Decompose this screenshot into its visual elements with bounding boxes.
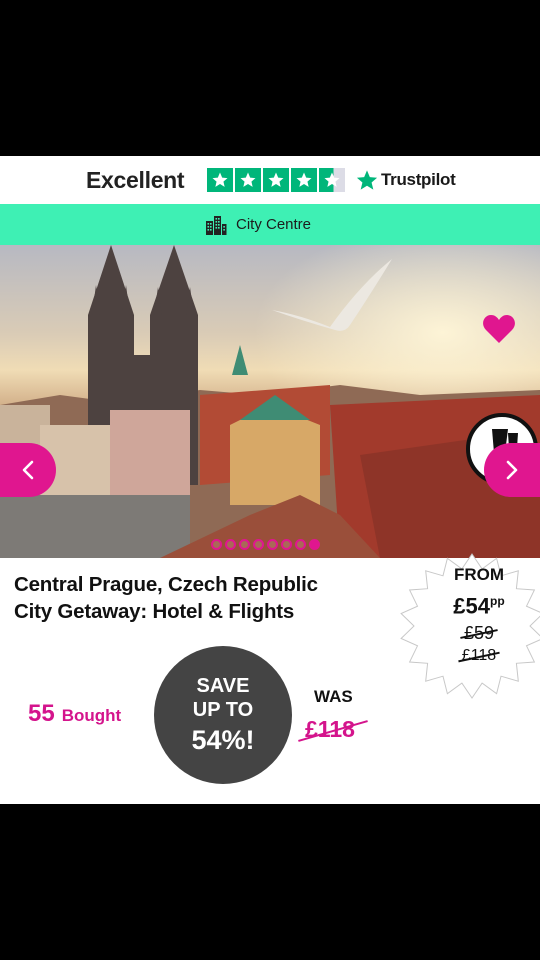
- carousel-dot[interactable]: [281, 539, 292, 550]
- star-icon: [263, 168, 289, 192]
- location-label: City Centre: [235, 216, 312, 233]
- carousel-prev-button[interactable]: [0, 443, 56, 497]
- save-badge: SAVE UP TO 54%!: [154, 646, 292, 784]
- carousel-dot[interactable]: [211, 539, 222, 550]
- hero-image[interactable]: [0, 245, 540, 558]
- carousel-dot[interactable]: [295, 539, 306, 550]
- trustpilot-rating[interactable]: Excellent Trustpilot: [0, 156, 540, 204]
- favourite-heart-icon[interactable]: [482, 313, 516, 345]
- carousel-next-button[interactable]: [484, 443, 540, 497]
- bought-number: 55: [28, 700, 55, 727]
- deal-title-line1: Central Prague, Czech Republic: [14, 573, 318, 596]
- chevron-right-icon: [506, 460, 518, 480]
- city-buildings-icon: [205, 215, 227, 235]
- trustpilot-logo: Trustpilot: [356, 168, 456, 192]
- carousel-dot[interactable]: [225, 539, 236, 550]
- trustpilot-star-icon: [356, 170, 378, 190]
- star-icon: [291, 168, 317, 192]
- price-block: FROM £54pp £59 £118: [420, 564, 538, 667]
- save-percent: 54%!: [191, 725, 255, 755]
- bought-label: Bought: [61, 706, 122, 725]
- carousel-dot[interactable]: [267, 539, 278, 550]
- price-value: £54: [453, 593, 491, 619]
- star-icon: [235, 168, 261, 192]
- save-line1: SAVE: [196, 675, 250, 697]
- carousel-dot[interactable]: [239, 539, 250, 550]
- deal-title-line2: City Getaway: Hotel & Flights: [14, 600, 295, 623]
- deal-title[interactable]: Central Prague, Czech Republic City Geta…: [14, 571, 384, 625]
- was-price-value: £118: [305, 716, 355, 742]
- deal-card[interactable]: Excellent Trustpilot City Centre Central…: [0, 156, 540, 804]
- bought-count: 55 Bought: [28, 700, 121, 728]
- trustpilot-brand: Trustpilot: [381, 170, 456, 189]
- old-price-1: £59: [460, 621, 498, 645]
- trustpilot-stars: [207, 168, 345, 192]
- carousel-dot[interactable]: [309, 539, 320, 550]
- prague-skyline-photo: [0, 245, 540, 558]
- location-bar: City Centre: [0, 204, 540, 245]
- chevron-left-icon: [22, 460, 34, 480]
- was-price: £118: [298, 716, 368, 743]
- star-icon: [207, 168, 233, 192]
- old-price-2: £118: [458, 645, 500, 667]
- carousel-dot[interactable]: [253, 539, 264, 550]
- save-line2: UP TO: [192, 699, 254, 721]
- carousel-dots: [211, 539, 320, 550]
- half-star-icon: [319, 168, 345, 192]
- trustpilot-rating-label: Excellent: [86, 167, 185, 193]
- price-per-person: pp: [490, 594, 505, 608]
- price-from-label: FROM: [453, 565, 505, 584]
- price-amount: £54pp: [420, 586, 538, 621]
- was-label: WAS: [314, 687, 353, 706]
